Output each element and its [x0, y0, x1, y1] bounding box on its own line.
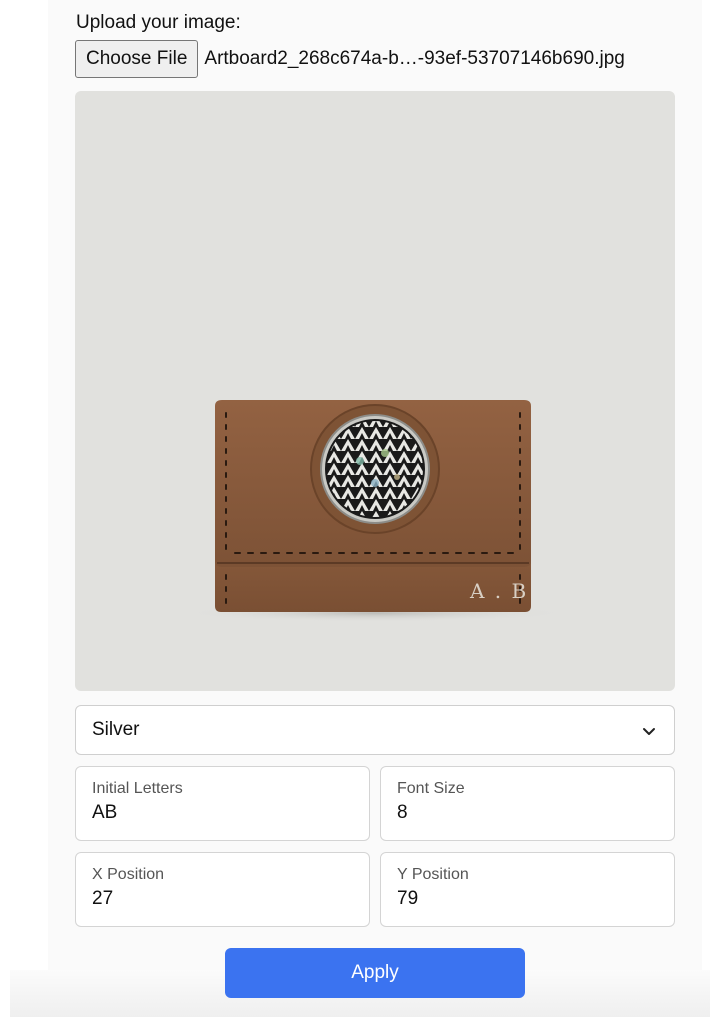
y-position-label: Y Position: [397, 866, 469, 883]
apply-button[interactable]: Apply: [225, 948, 525, 998]
y-position-input[interactable]: 79: [397, 888, 674, 910]
chevron-down-icon: [643, 728, 655, 735]
initial-letters-input[interactable]: AB: [92, 802, 369, 824]
color-select[interactable]: Silver: [75, 705, 675, 755]
y-position-field[interactable]: Y Position 79: [380, 852, 675, 927]
x-position-label: X Position: [92, 866, 165, 883]
page-margin: [0, 0, 48, 1017]
x-position-input[interactable]: 27: [92, 888, 369, 910]
font-size-input[interactable]: 8: [397, 802, 674, 824]
file-input[interactable]: Choose File Artboard2_268c674a-b…-93ef-5…: [75, 40, 625, 78]
font-size-label: Font Size: [397, 780, 465, 797]
initial-letters-label: Initial Letters: [92, 780, 183, 797]
image-preview: A . B: [75, 91, 675, 691]
x-position-field[interactable]: X Position 27: [75, 852, 370, 927]
wallet-image: A . B: [180, 400, 570, 622]
choose-file-button[interactable]: Choose File: [75, 40, 199, 78]
selected-file-name: Artboard2_268c674a-b…-93ef-53707146b690.…: [204, 48, 625, 69]
font-size-field[interactable]: Font Size 8: [380, 766, 675, 841]
engraving-text: A . B: [469, 579, 528, 603]
initial-letters-field[interactable]: Initial Letters AB: [75, 766, 370, 841]
upload-label: Upload your image:: [76, 12, 241, 33]
color-select-value: Silver: [92, 719, 140, 740]
